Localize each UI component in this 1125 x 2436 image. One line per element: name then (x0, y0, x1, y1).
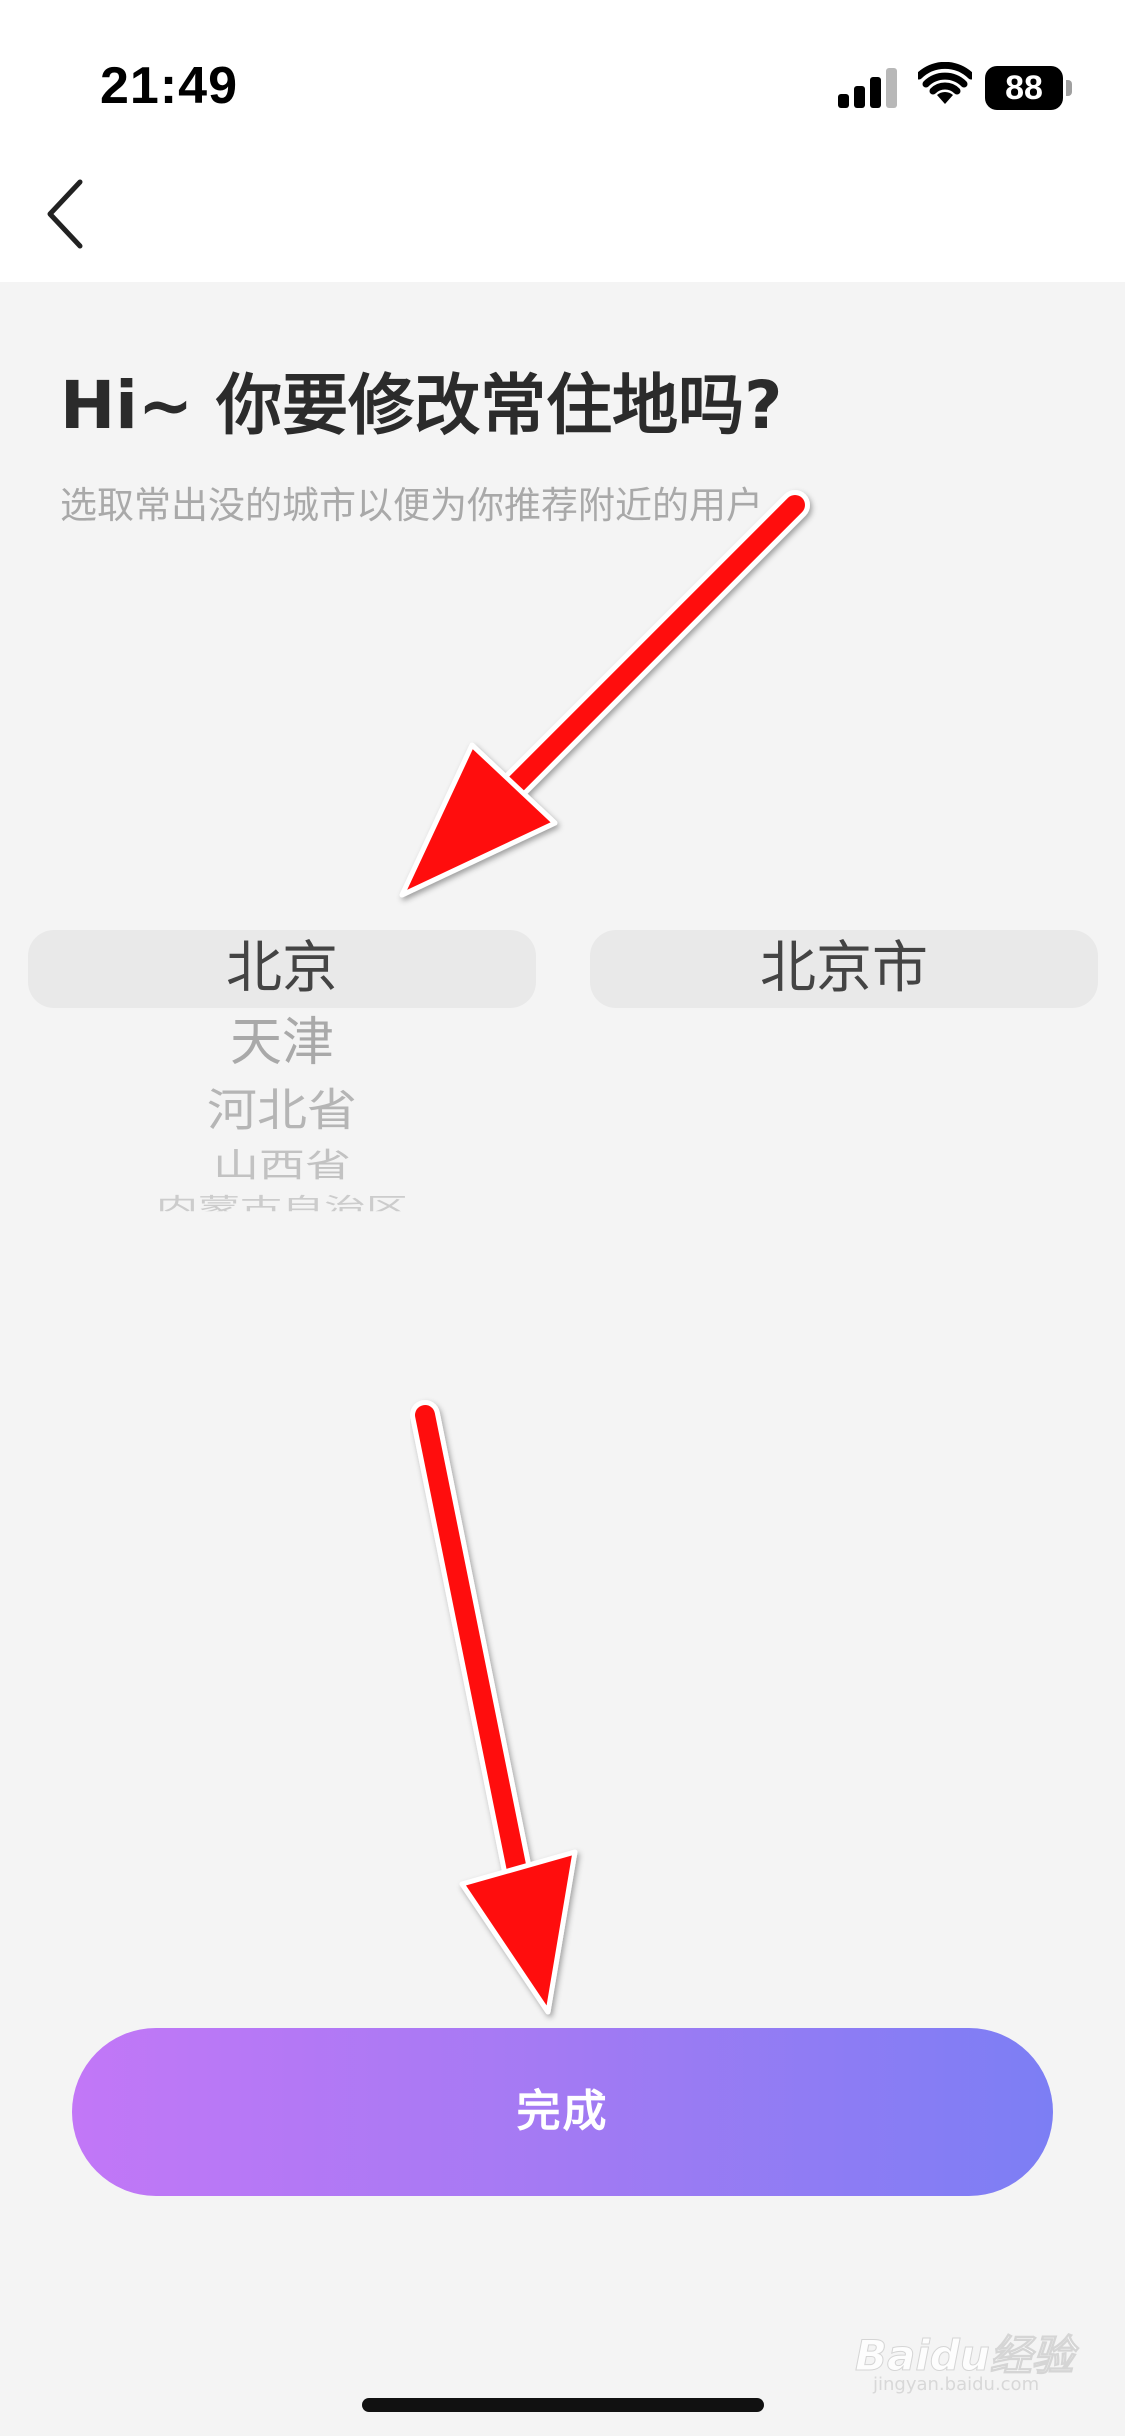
page-subtitle: 选取常出没的城市以便为你推荐附近的用户 (60, 484, 763, 527)
back-button[interactable] (36, 170, 126, 260)
annotation-arrow-to-done (410, 1400, 578, 2015)
battery-cap (1066, 80, 1072, 96)
province-option[interactable]: 山西省 (28, 1148, 536, 1181)
city-option-selected[interactable]: 北京市 (590, 930, 1098, 1008)
wifi-icon (918, 62, 972, 104)
battery-icon: 88 (985, 66, 1063, 110)
province-option[interactable]: 天津 (28, 1008, 536, 1078)
province-option[interactable]: 内蒙古自治区 (28, 1195, 536, 1212)
province-picker[interactable]: 北京 天津 河北省 山西省 内蒙古自治区 (28, 930, 536, 1218)
status-bar: 21:49 88 (0, 0, 1125, 150)
home-indicator[interactable] (362, 2398, 764, 2412)
battery-level: 88 (1005, 69, 1043, 107)
province-option[interactable]: 河北省 (28, 1081, 536, 1139)
chevron-left-icon (47, 179, 83, 249)
page-title: Hi~ 你要修改常住地吗? (60, 367, 783, 444)
nav-bar (0, 150, 1125, 282)
cellular-signal-icon (838, 68, 898, 108)
watermark-site: jingyan.baidu.com (873, 2374, 1040, 2395)
done-button[interactable]: 完成 (72, 2028, 1053, 2196)
province-option-selected[interactable]: 北京 (28, 930, 536, 1008)
annotation-arrow-to-picker (399, 490, 810, 898)
city-picker[interactable]: 北京市 (590, 930, 1098, 1008)
status-time: 21:49 (100, 57, 238, 115)
baidu-watermark-logo: Baidu经验 jingyan.baidu.com (855, 2318, 1095, 2398)
